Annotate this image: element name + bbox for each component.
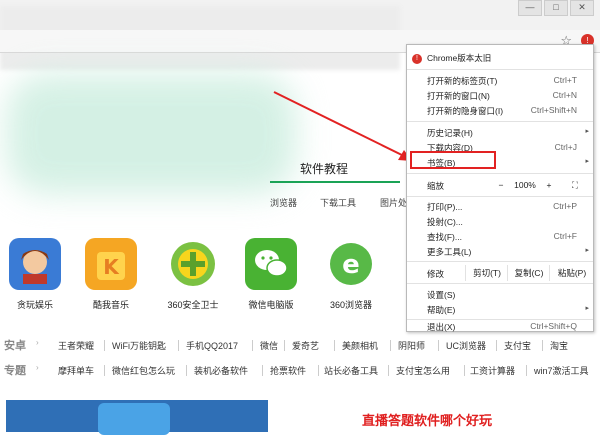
app-label: 360安全卫士 [167, 300, 219, 310]
row-link[interactable]: 摩拜单车 [58, 364, 94, 377]
row-link[interactable]: 手机QQ2017 [186, 339, 238, 352]
submenu-arrow-icon: ▸ [585, 247, 589, 254]
promo-headline[interactable]: 直播答题软件哪个好玩 [362, 410, 492, 429]
row-link[interactable]: 王者荣耀 [58, 339, 94, 352]
warning-icon: ! [412, 54, 422, 64]
app-label: 微信电脑版 [248, 300, 294, 310]
row-link[interactable]: 工资计算器 [470, 364, 515, 377]
app-item[interactable]: 微信电脑版 [238, 238, 304, 311]
music-k-icon: K [85, 238, 137, 290]
subtab-download[interactable]: 下载工具 [320, 196, 356, 209]
zoom-level: 100% [514, 180, 536, 190]
menu-item-update[interactable]: ! Chrome版本太旧 [407, 51, 593, 67]
row-heading: 专题 [4, 365, 26, 377]
wechat-icon [245, 238, 297, 290]
row-link[interactable]: 爱奇艺 [292, 339, 319, 352]
app-label: 360浏览器 [329, 300, 373, 310]
subtab-browser[interactable]: 浏览器 [270, 196, 297, 209]
row-link[interactable]: 美颜相机 [342, 339, 378, 352]
row-arrow-icon: › [36, 363, 39, 372]
menu-item-exit[interactable]: 退出(X) Ctrl+Shift+Q [407, 321, 593, 334]
submenu-arrow-icon: ▸ [585, 158, 589, 165]
cut-button[interactable]: 剪切(T) [465, 265, 508, 281]
menu-item-new-tab[interactable]: 打开新的标签页(T) Ctrl+T [407, 74, 593, 88]
app-item[interactable]: 贪玩娱乐 [2, 238, 68, 311]
svg-text:K: K [103, 255, 120, 279]
menu-item-edit: 修改 剪切(T) 复制(C) 粘贴(P) [407, 265, 593, 281]
row-link[interactable]: 阴阳师 [398, 339, 425, 352]
zoom-out-button[interactable]: − [493, 177, 509, 193]
game-avatar-icon [9, 238, 61, 290]
row-link[interactable]: 淘宝 [550, 339, 568, 352]
row-link[interactable]: 支付宝 [504, 339, 531, 352]
window-controls: — □ ✕ [518, 0, 594, 16]
menu-item-help[interactable]: 帮助(E) ▸ [407, 303, 593, 317]
submenu-arrow-icon: ▸ [585, 128, 589, 135]
menu-item-more-tools[interactable]: 更多工具(L) ▸ [407, 245, 593, 259]
app-item[interactable]: 360安全卫士 [160, 238, 226, 311]
blurred-banner [6, 74, 296, 194]
maximize-button[interactable]: □ [544, 0, 568, 16]
row-link[interactable]: 支付宝怎么用 [396, 364, 450, 377]
row-link[interactable]: UC浏览器 [446, 339, 486, 352]
shield-360-icon [167, 238, 219, 290]
row-link[interactable]: 站长必备工具 [324, 364, 378, 377]
bookmarks-highlight-box [410, 151, 496, 169]
app-item[interactable]: K 酷我音乐 [78, 238, 144, 311]
browser-360-icon: e [325, 238, 377, 290]
menu-item-new-window[interactable]: 打开新的窗口(N) Ctrl+N [407, 89, 593, 103]
row-link[interactable]: 微信 [260, 339, 278, 352]
app-label: 贪玩娱乐 [16, 300, 53, 310]
row-link[interactable]: WiFi万能钥匙 [112, 339, 166, 352]
row-heading: 安卓 [4, 340, 26, 352]
row-link[interactable]: win7激活工具 [534, 364, 589, 377]
copy-button[interactable]: 复制(C) [507, 265, 550, 281]
minimize-button[interactable]: — [518, 0, 542, 16]
svg-text:e: e [342, 250, 360, 280]
menu-item-cast[interactable]: 投射(C)... [407, 215, 593, 229]
menu-item-incognito[interactable]: 打开新的隐身窗口(I) Ctrl+Shift+N [407, 104, 593, 118]
zoom-in-button[interactable]: + [541, 177, 557, 193]
close-button[interactable]: ✕ [570, 0, 594, 16]
paste-button[interactable]: 粘贴(P) [549, 265, 594, 281]
row-link[interactable]: 装机必备软件 [194, 364, 248, 377]
section-underline [270, 181, 400, 183]
app-label: 酷我音乐 [92, 300, 129, 310]
app-grid: 贪玩娱乐 K 酷我音乐 360安全卫士 微信电脑版 e 360浏览器 [0, 238, 400, 318]
app-item[interactable]: e 360浏览器 [318, 238, 384, 311]
topics-row: 专题 › 摩拜单车 微信红包怎么玩 装机必备软件 抢票软件 站长必备工具 支付宝… [0, 361, 600, 379]
subtab-image[interactable]: 图片处 [380, 196, 407, 209]
annotation-arrow-icon [273, 91, 412, 161]
menu-item-settings[interactable]: 设置(S) [407, 288, 593, 302]
menu-item-find[interactable]: 查找(F)... Ctrl+F [407, 230, 593, 244]
game-banner-image[interactable] [6, 400, 268, 435]
row-link[interactable]: 微信红包怎么玩 [112, 364, 175, 377]
menu-item-history[interactable]: 历史记录(H) ▸ [407, 126, 593, 140]
row-arrow-icon: › [36, 338, 39, 347]
row-link[interactable]: 抢票软件 [270, 364, 306, 377]
submenu-arrow-icon: ▸ [585, 305, 589, 312]
menu-item-print[interactable]: 打印(P)... Ctrl+P [407, 200, 593, 214]
chrome-menu: ! Chrome版本太旧 打开新的标签页(T) Ctrl+T 打开新的窗口(N)… [406, 44, 594, 332]
fullscreen-icon[interactable]: ⛶ [567, 177, 583, 193]
android-row: 安卓 › 王者荣耀 WiFi万能钥匙 手机QQ2017 微信 爱奇艺 美颜相机 … [0, 336, 600, 354]
menu-item-zoom: 缩放 − 100% + ⛶ [407, 177, 593, 193]
